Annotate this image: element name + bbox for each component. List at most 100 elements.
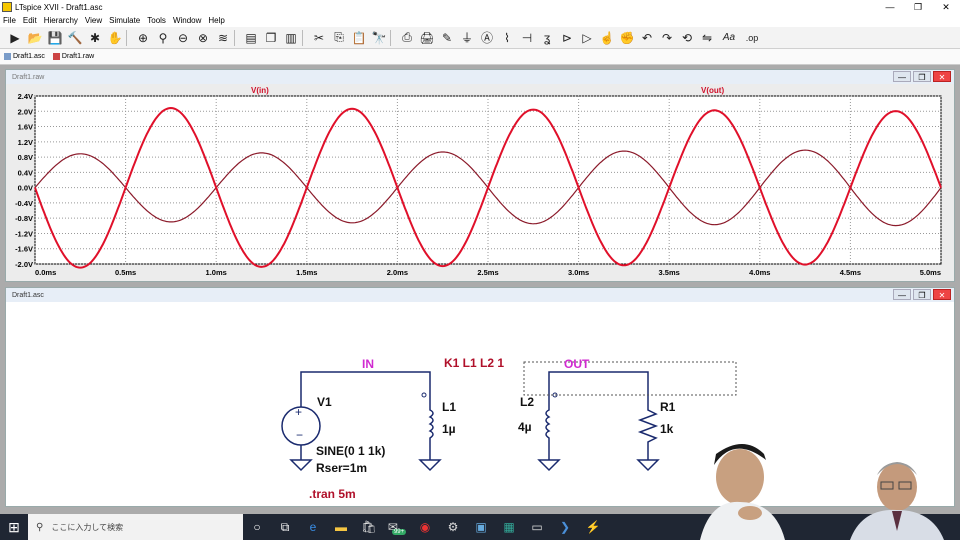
drag-icon[interactable]: ✊ [618, 29, 636, 47]
task-view-icon[interactable]: ○ [243, 514, 271, 540]
menu-tools[interactable]: Tools [147, 16, 166, 25]
l1-value[interactable]: 1µ [442, 422, 456, 436]
tab-draft1-raw[interactable]: Draft1.raw [52, 53, 94, 60]
store-icon[interactable]: 🛍 [355, 514, 383, 540]
waveform-icon [52, 53, 60, 60]
powershell-icon[interactable]: ❯ [551, 514, 579, 540]
resistor-icon[interactable]: ⌇ [498, 29, 516, 47]
text-icon[interactable]: Aa [718, 29, 740, 47]
windows-start-icon[interactable]: ⊞ [0, 514, 28, 540]
open-icon[interactable]: 📂 [26, 29, 44, 47]
v1-rser[interactable]: Rser=1m [316, 461, 367, 475]
paste-icon[interactable]: 📋 [350, 29, 368, 47]
v1-value[interactable]: SINE(0 1 1k) [316, 444, 385, 458]
minimize-button[interactable]: — [876, 0, 904, 14]
spice-directive-icon[interactable]: .op [742, 29, 762, 47]
move-icon[interactable]: ☝ [598, 29, 616, 47]
dot-marker [421, 392, 427, 398]
redo-icon[interactable]: ↷ [658, 29, 676, 47]
tile-vertical-icon[interactable]: ▥ [282, 29, 300, 47]
halt-icon[interactable]: ✱ [86, 29, 104, 47]
legend-vout[interactable]: V(out) [701, 86, 724, 95]
tran-directive[interactable]: .tran 5m [309, 487, 356, 501]
zoom-fit-icon[interactable]: ⊗ [194, 29, 212, 47]
pencil-icon[interactable]: ✎ [438, 29, 456, 47]
net-label-out[interactable]: OUT [564, 357, 590, 371]
x-tick-label: 3.0ms [568, 268, 589, 277]
undo-icon[interactable]: ↶ [638, 29, 656, 47]
photos-icon[interactable]: ▣ [467, 514, 495, 540]
r1-value[interactable]: 1k [660, 422, 674, 436]
app-icon[interactable]: ▦ [495, 514, 523, 540]
inductor-l1[interactable] [428, 402, 434, 460]
taskbar-search[interactable]: ⚲ ここに入力して検索 [28, 514, 243, 540]
menu-edit[interactable]: Edit [23, 16, 37, 25]
schematic-canvas[interactable]: + − IN OUT K1 L1 L2 1 V1 SINE(0 1 1k) Rs… [6, 302, 954, 506]
multitask-icon[interactable]: ⧉ [271, 514, 299, 540]
minimize-button[interactable]: — [893, 289, 911, 300]
rotate-icon[interactable]: ⟲ [678, 29, 696, 47]
mirror-icon[interactable]: ⇋ [698, 29, 716, 47]
l1-name[interactable]: L1 [442, 400, 456, 414]
l2-name[interactable]: L2 [520, 395, 534, 409]
x-tick-label: 0.5ms [115, 268, 136, 277]
terminal-icon[interactable]: ▭ [523, 514, 551, 540]
find-icon[interactable]: 🔭 [370, 29, 388, 47]
net-label-in[interactable]: IN [362, 357, 374, 371]
menu-simulate[interactable]: Simulate [109, 16, 140, 25]
waveform-plot[interactable]: 2.4V 2.0V 1.6V 1.2V 0.8V 0.4V 0.0V -0.4V -0.8V -1… [6, 84, 954, 281]
copy-icon[interactable]: ⎘ [330, 29, 348, 47]
inductor-icon[interactable]: ʓ [538, 29, 556, 47]
x-tick-label: 1.5ms [296, 268, 317, 277]
ground-icon[interactable]: ⏚ [458, 29, 476, 47]
pan-icon[interactable]: ⚲ [154, 29, 172, 47]
toolbar-separator [126, 29, 130, 46]
settings-icon[interactable]: ⚙ [439, 514, 467, 540]
menu-file[interactable]: File [3, 16, 16, 25]
menu-view[interactable]: View [85, 16, 102, 25]
diode-icon[interactable]: ⊳ [558, 29, 576, 47]
l2-value[interactable]: 4µ [518, 420, 532, 434]
mail-icon[interactable]: ✉ 99+ [383, 514, 411, 540]
label-icon[interactable]: Ⓐ [478, 29, 496, 47]
menu-hierarchy[interactable]: Hierarchy [44, 16, 78, 25]
legend-vin[interactable]: V(in) [251, 86, 269, 95]
chrome-icon[interactable]: ◉ [411, 514, 439, 540]
y-tick-label: -2.0V [15, 260, 33, 269]
autorange-icon[interactable]: ≋ [214, 29, 232, 47]
tab-draft1-asc[interactable]: Draft1.asc [4, 53, 45, 60]
resistor-r1[interactable] [637, 402, 659, 460]
ltspice-app-icon [2, 2, 12, 12]
menu-help[interactable]: Help [208, 16, 224, 25]
capacitor-icon[interactable]: ⊣ [518, 29, 536, 47]
close-button[interactable]: ✕ [932, 0, 960, 14]
edge-icon[interactable]: e [299, 514, 327, 540]
r1-name[interactable]: R1 [660, 400, 676, 414]
inductor-l2[interactable] [545, 402, 551, 460]
cut-icon[interactable]: ✂ [310, 29, 328, 47]
minimize-button[interactable]: — [893, 71, 911, 82]
coupling-directive[interactable]: K1 L1 L2 1 [444, 356, 504, 370]
print-setup-icon[interactable]: 🖨 [418, 29, 436, 47]
menu-window[interactable]: Window [173, 16, 201, 25]
component-icon[interactable]: ▷ [578, 29, 596, 47]
file-explorer-icon[interactable]: ▬ [327, 514, 355, 540]
control-panel-icon[interactable]: 🔨 [66, 29, 84, 47]
ltspice-icon[interactable]: ⚡ [579, 514, 607, 540]
save-icon[interactable]: 💾 [46, 29, 64, 47]
maximize-button[interactable]: ❐ [913, 71, 931, 82]
print-icon[interactable]: ⎙ [398, 29, 416, 47]
hand-icon[interactable]: ✋ [106, 29, 124, 47]
maximize-button[interactable]: ❐ [904, 0, 932, 14]
tile-horizontal-icon[interactable]: ▤ [242, 29, 260, 47]
zoom-in-icon[interactable]: ⊕ [134, 29, 152, 47]
close-button[interactable]: ✕ [933, 289, 951, 300]
run-icon[interactable]: ▶ [6, 29, 24, 47]
y-tick-label: -0.4V [15, 199, 33, 208]
zoom-out-icon[interactable]: ⊖ [174, 29, 192, 47]
maximize-button[interactable]: ❐ [913, 289, 931, 300]
close-button[interactable]: ✕ [933, 71, 951, 82]
wire-out[interactable] [548, 371, 649, 402]
v1-name[interactable]: V1 [317, 395, 332, 409]
cascade-icon[interactable]: ❐ [262, 29, 280, 47]
